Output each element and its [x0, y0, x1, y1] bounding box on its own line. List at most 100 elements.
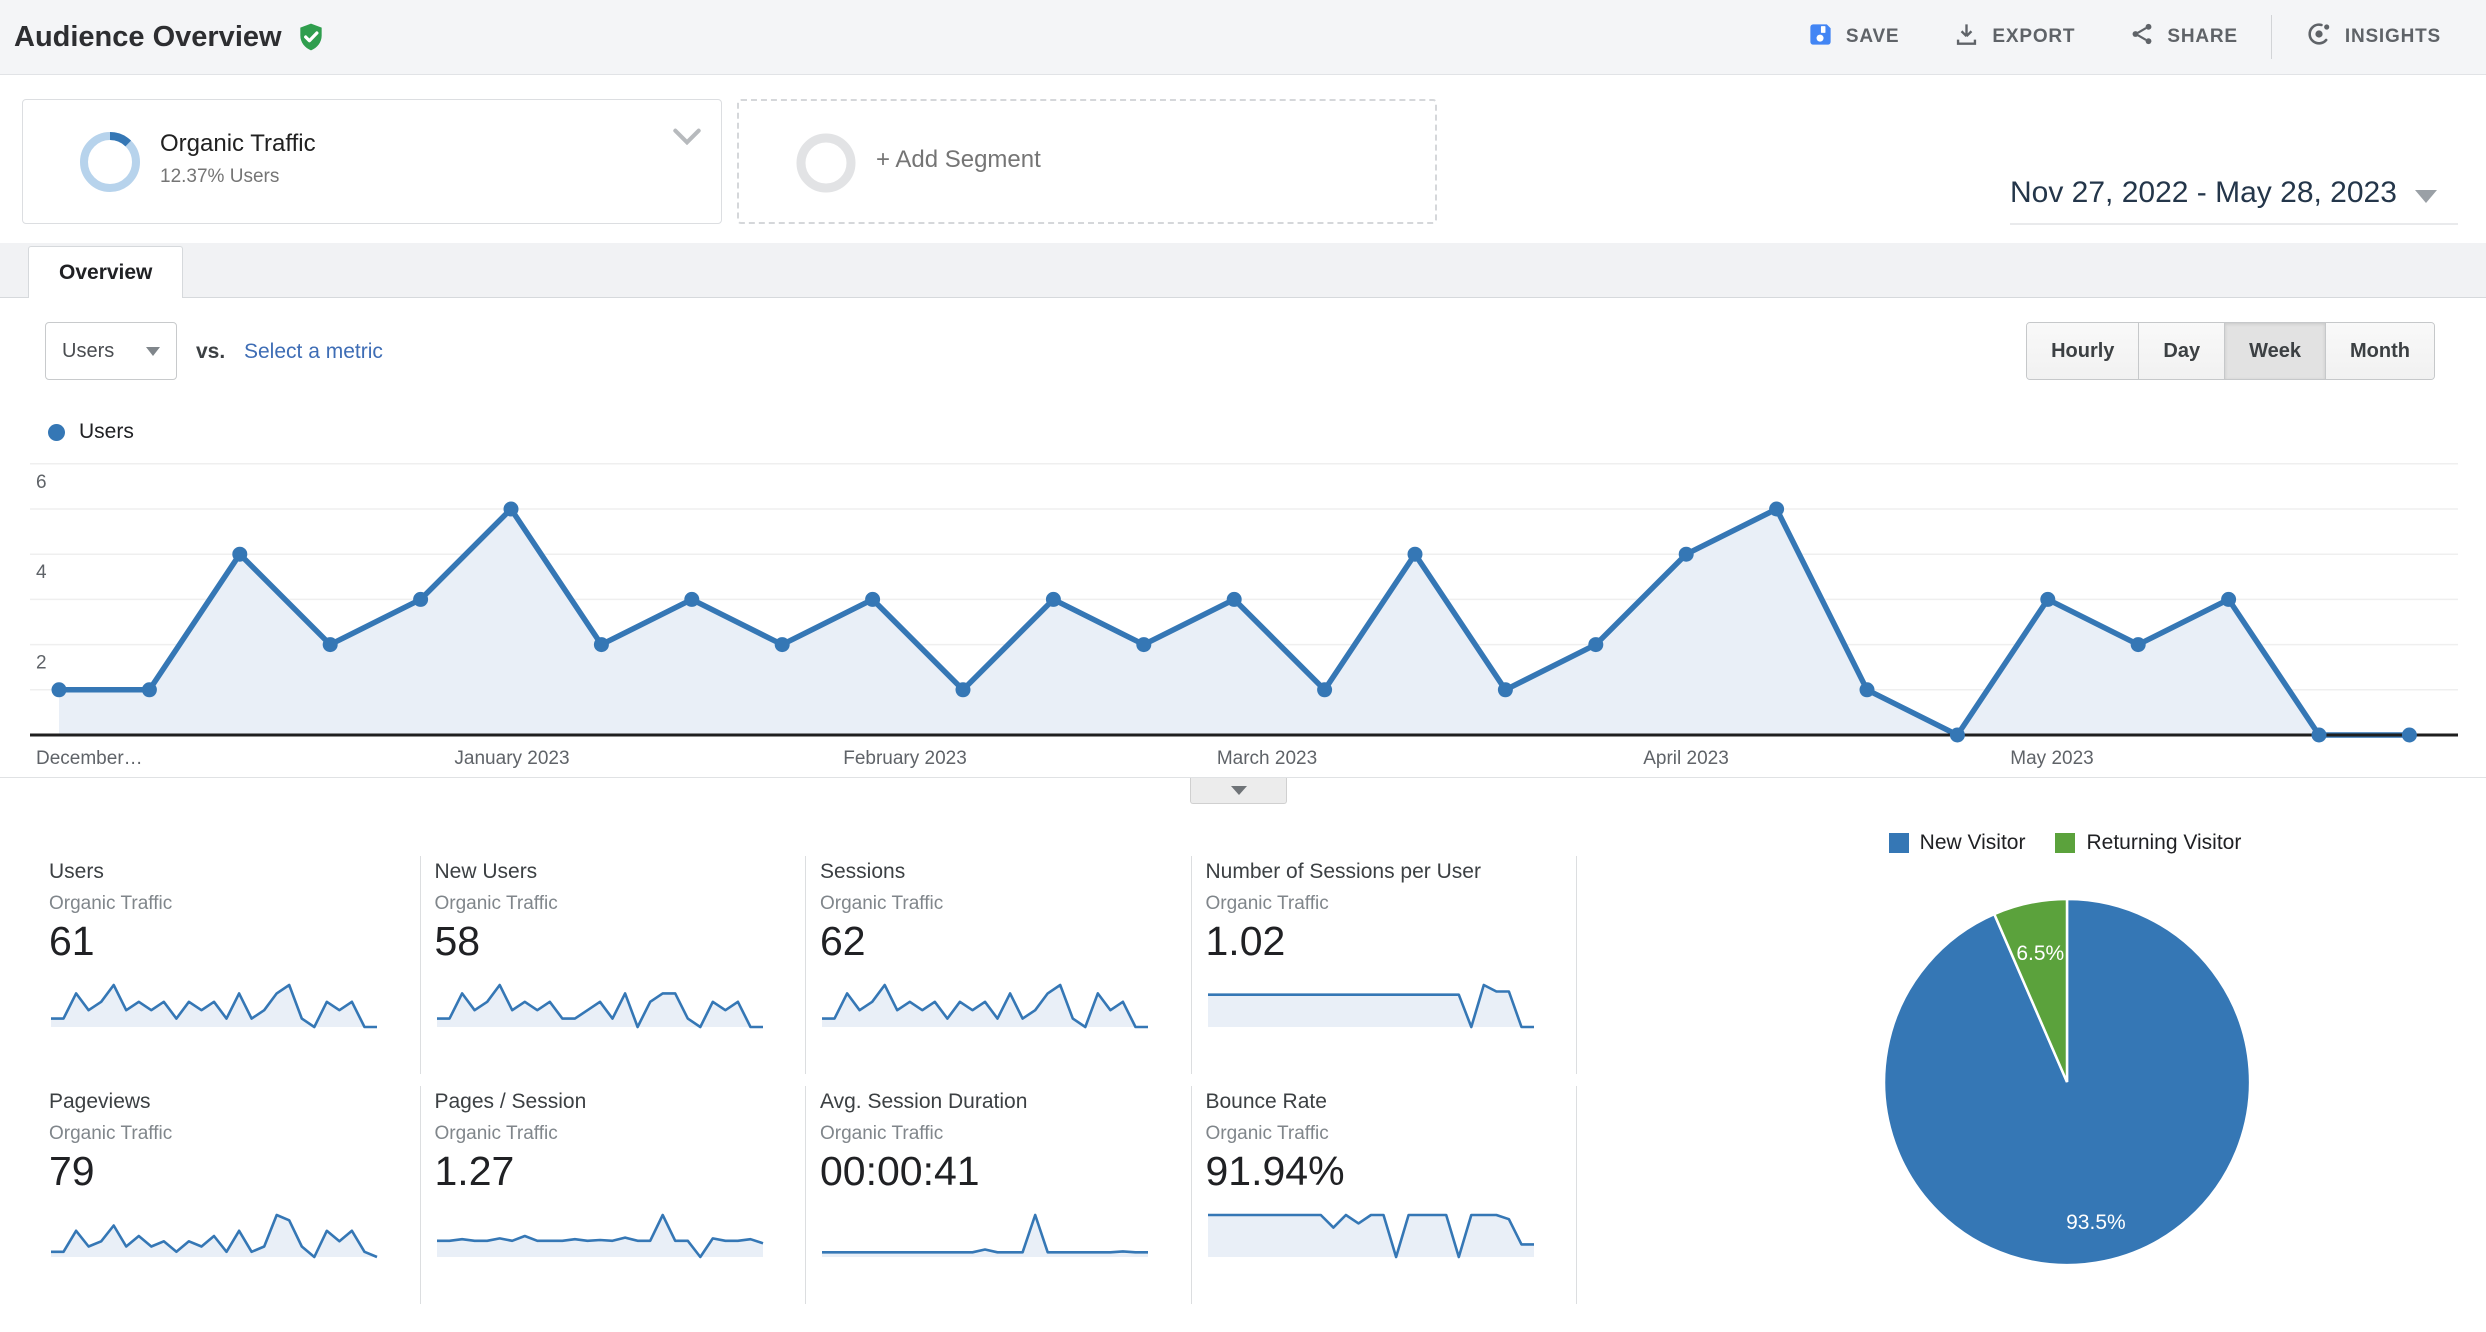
- segment-name: Organic Traffic: [160, 130, 316, 158]
- metric-sparkline: [820, 977, 1150, 1031]
- export-icon: [1953, 21, 1980, 54]
- metric-value: 79: [49, 1148, 410, 1195]
- legend-swatch-icon: [2055, 833, 2075, 853]
- add-segment-ring-icon: [794, 131, 858, 200]
- legend-label: New Visitor: [1920, 831, 2026, 855]
- verified-shield-icon: [295, 20, 327, 54]
- select-metric-link[interactable]: Select a metric: [244, 340, 383, 364]
- metric-card-sessions[interactable]: Sessions Organic Traffic 62: [806, 856, 1192, 1074]
- metric-sparkline: [49, 977, 379, 1031]
- applied-segment-card[interactable]: Organic Traffic 12.37% Users: [22, 99, 722, 224]
- users-series-label: Users: [79, 420, 134, 444]
- metric-segment-subtitle: Organic Traffic: [820, 1123, 1181, 1145]
- metric-value: 91.94%: [1206, 1148, 1567, 1195]
- metric-segment-subtitle: Organic Traffic: [1206, 893, 1567, 915]
- x-axis-tick: March 2023: [1217, 748, 1317, 770]
- metric-card-pageviews[interactable]: Pageviews Organic Traffic 79: [35, 1086, 421, 1304]
- svg-text:4: 4: [36, 562, 47, 583]
- granularity-month[interactable]: Month: [2326, 323, 2434, 379]
- collapse-chart-button[interactable]: [1190, 778, 1287, 804]
- svg-text:6: 6: [36, 472, 47, 493]
- insights-label: INSIGHTS: [2345, 26, 2441, 48]
- x-axis-tick: April 2023: [1643, 748, 1729, 770]
- metric-segment-subtitle: Organic Traffic: [820, 893, 1181, 915]
- pie-legend: New Visitor Returning Visitor: [1830, 831, 2300, 855]
- metric-segment-subtitle: Organic Traffic: [49, 893, 410, 915]
- metric-value: 62: [820, 918, 1181, 965]
- segment-donut-icon: [78, 130, 142, 199]
- metric-value: 61: [49, 918, 410, 965]
- add-segment-card[interactable]: + Add Segment: [737, 99, 1437, 224]
- metric-card-users[interactable]: Users Organic Traffic 61: [35, 856, 421, 1074]
- metric-card-avg-session-duration[interactable]: Avg. Session Duration Organic Traffic 00:0…: [806, 1086, 1192, 1304]
- share-button[interactable]: SHARE: [2102, 0, 2265, 75]
- tab-overview[interactable]: Overview: [28, 246, 183, 298]
- share-label: SHARE: [2167, 26, 2238, 48]
- granularity-toggle: HourlyDayWeekMonth: [2026, 322, 2435, 380]
- metric-sparkline: [1206, 1207, 1536, 1261]
- segment-detail: 12.37% Users: [160, 166, 279, 188]
- date-caret-icon: [2415, 190, 2437, 203]
- insights-icon: [2305, 20, 2333, 54]
- metric-title[interactable]: New Users: [435, 860, 796, 884]
- header-bar: Audience Overview SAVE EXPORT SH: [0, 0, 2486, 75]
- date-range-picker[interactable]: Nov 27, 2022 - May 28, 2023: [2010, 176, 2458, 225]
- legend-item-returning-visitor: Returning Visitor: [2055, 831, 2241, 855]
- collapse-arrow-icon: [1231, 786, 1247, 795]
- metric-card-bounce-rate[interactable]: Bounce Rate Organic Traffic 91.94%: [1192, 1086, 1578, 1304]
- granularity-week[interactable]: Week: [2225, 323, 2326, 379]
- granularity-day[interactable]: Day: [2139, 323, 2225, 379]
- legend-item-new-visitor: New Visitor: [1889, 831, 2026, 855]
- tab-strip: Overview: [0, 243, 2486, 298]
- metric-segment-subtitle: Organic Traffic: [49, 1123, 410, 1145]
- x-axis-tick: December…: [36, 748, 143, 770]
- metric-value: 58: [435, 918, 796, 965]
- metric-value: 1.02: [1206, 918, 1567, 965]
- metric-sparkline: [435, 977, 765, 1031]
- segment-bar: Organic Traffic 12.37% Users + Add Segme…: [0, 76, 2486, 243]
- toolbar-divider: [2271, 15, 2272, 59]
- metric-segment-subtitle: Organic Traffic: [1206, 1123, 1567, 1145]
- save-button[interactable]: SAVE: [1780, 0, 1927, 75]
- metric-title[interactable]: Pageviews: [49, 1090, 410, 1114]
- metric-sparkline: [435, 1207, 765, 1261]
- granularity-hourly[interactable]: Hourly: [2027, 323, 2139, 379]
- metric-title[interactable]: Sessions: [820, 860, 1181, 884]
- dropdown-arrow-icon: [146, 347, 160, 356]
- metric-title[interactable]: Users: [49, 860, 410, 884]
- x-axis-tick: January 2023: [454, 748, 569, 770]
- header-toolbar: SAVE EXPORT SHARE INSIGHTS: [1780, 0, 2486, 75]
- metric-card-number-of-sessions-per-user[interactable]: Number of Sessions per User Organic Traff…: [1192, 856, 1578, 1074]
- chevron-down-icon[interactable]: [673, 128, 701, 150]
- date-range-text: Nov 27, 2022 - May 28, 2023: [2010, 176, 2397, 210]
- visitor-type-pie-chart: 93.5% 6.5%: [1880, 895, 2254, 1269]
- metric-title[interactable]: Bounce Rate: [1206, 1090, 1567, 1114]
- metric-title[interactable]: Number of Sessions per User: [1206, 860, 1567, 884]
- chart-legend: Users: [48, 420, 134, 444]
- legend-swatch-icon: [1889, 833, 1909, 853]
- metric-value: 00:00:41: [820, 1148, 1181, 1195]
- legend-label: Returning Visitor: [2086, 831, 2241, 855]
- svg-text:6.5%: 6.5%: [2016, 942, 2064, 965]
- metric-segment-subtitle: Organic Traffic: [435, 1123, 796, 1145]
- metric-card-new-users[interactable]: New Users Organic Traffic 58: [421, 856, 807, 1074]
- svg-text:2: 2: [36, 653, 47, 674]
- svg-text:93.5%: 93.5%: [2066, 1211, 2126, 1234]
- export-label: EXPORT: [1992, 26, 2075, 48]
- chart-x-axis-labels: December…January 2023February 2023March …: [0, 748, 2486, 776]
- page-title: Audience Overview: [14, 21, 282, 54]
- share-icon: [2129, 21, 2155, 53]
- x-axis-tick: May 2023: [2010, 748, 2093, 770]
- audience-overview-page: Audience Overview SAVE EXPORT SH: [0, 0, 2486, 1332]
- insights-button[interactable]: INSIGHTS: [2278, 0, 2468, 75]
- vs-label: vs.: [196, 340, 225, 364]
- metric-value: 1.27: [435, 1148, 796, 1195]
- metric-sparkline: [820, 1207, 1150, 1261]
- save-icon: [1807, 21, 1834, 54]
- metric-title[interactable]: Pages / Session: [435, 1090, 796, 1114]
- metric-segment-subtitle: Organic Traffic: [435, 893, 796, 915]
- metric-dropdown[interactable]: Users: [45, 322, 177, 380]
- export-button[interactable]: EXPORT: [1926, 0, 2102, 75]
- metric-card-pages-session[interactable]: Pages / Session Organic Traffic 1.27: [421, 1086, 807, 1304]
- metric-title[interactable]: Avg. Session Duration: [820, 1090, 1181, 1114]
